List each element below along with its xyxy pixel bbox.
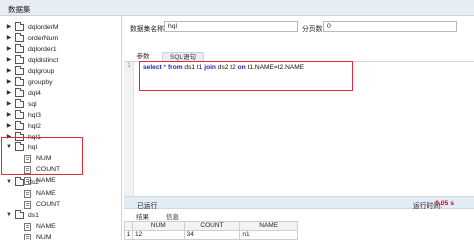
- chevron-right-icon[interactable]: ▶: [6, 101, 12, 108]
- chevron-right-icon[interactable]: ▶: [6, 24, 12, 31]
- run-time-value: 0.05 s: [435, 200, 454, 207]
- folder-icon: [15, 77, 24, 86]
- tab-info[interactable]: 信息: [166, 211, 179, 221]
- folder-icon: [15, 44, 24, 53]
- folder-open-icon: [15, 142, 24, 151]
- tab-result[interactable]: 结果: [136, 211, 149, 221]
- dataset-editor-panel: 数据集名称: hql 分页数: 0 参数 SQL语句 1 select * fr…: [124, 16, 474, 240]
- grid-header-count[interactable]: COUNT: [183, 221, 241, 231]
- row-number: 1: [124, 230, 133, 240]
- highlight-box-sql: [139, 61, 353, 91]
- grid-header-num[interactable]: NUM: [131, 221, 185, 231]
- tree-node-dqlgroup[interactable]: ▶ dqlgroup: [6, 66, 54, 77]
- result-grid: NUM COUNT NAME 1 12 34 n1 2 10 100 n2: [124, 221, 298, 240]
- line-gutter: 1: [124, 62, 134, 196]
- run-status-label: 已运行: [137, 203, 158, 210]
- tree-field-count[interactable]: COUNT: [24, 164, 60, 175]
- chevron-right-icon[interactable]: ▶: [6, 57, 12, 64]
- run-status-bar: 已运行 运行时间: 0.05 s: [124, 196, 474, 210]
- folder-icon: [15, 55, 24, 64]
- cell-count[interactable]: 34: [183, 230, 241, 240]
- chevron-down-icon[interactable]: ▼: [6, 179, 12, 186]
- sql-editor[interactable]: 1 select * from ds1 t1 join ds2 t2 on t1…: [124, 61, 474, 196]
- dataset-name-input[interactable]: hql: [164, 21, 298, 32]
- chevron-right-icon[interactable]: ▶: [6, 46, 12, 53]
- tree-field-name[interactable]: NAME: [24, 188, 56, 199]
- tree-field-name[interactable]: NAME: [24, 221, 56, 232]
- grid-rownum-header: [124, 221, 133, 231]
- field-icon: [24, 222, 31, 231]
- tree-node-groupby[interactable]: ▶ groupby: [6, 77, 53, 88]
- chevron-right-icon[interactable]: ▶: [6, 90, 12, 97]
- field-icon: [24, 233, 31, 240]
- folder-open-icon: [15, 177, 24, 186]
- page-count-label: 分页数:: [302, 26, 325, 33]
- tree-node-dqldistinct[interactable]: ▶ dqldistinct: [6, 55, 58, 66]
- tree-field-count[interactable]: COUNT: [24, 199, 60, 210]
- result-tabs: 结果 信息: [124, 210, 474, 221]
- folder-icon: [15, 22, 24, 31]
- line-number: 1: [127, 63, 131, 69]
- dataset-name-label: 数据集名称:: [130, 26, 166, 33]
- tree-node-ds2[interactable]: ▼ ds2: [6, 177, 39, 188]
- chevron-right-icon[interactable]: ▶: [6, 123, 12, 130]
- tree-node-ds1[interactable]: ▼ ds1: [6, 210, 39, 221]
- tree-node-dql4[interactable]: ▶ dql4: [6, 88, 41, 99]
- folder-icon: [15, 66, 24, 75]
- tree-node-sql[interactable]: ▶ sql: [6, 99, 37, 110]
- folder-open-icon: [15, 210, 24, 219]
- cell-name[interactable]: n1: [239, 230, 298, 240]
- chevron-right-icon[interactable]: ▶: [6, 35, 12, 42]
- chevron-right-icon[interactable]: ▶: [6, 68, 12, 75]
- field-icon: [24, 154, 31, 163]
- tree-field-num[interactable]: NUM: [24, 232, 51, 240]
- chevron-down-icon[interactable]: ▼: [6, 212, 12, 219]
- dataset-tree[interactable]: ▶ dqlorderM ▶ orderNum ▶ dqlorder1 ▶ dqldist…: [0, 16, 122, 240]
- tree-node-orderNum[interactable]: ▶ orderNum: [6, 33, 58, 44]
- cell-num[interactable]: 12: [131, 230, 185, 240]
- page-count-input[interactable]: 0: [323, 21, 457, 32]
- field-icon: [24, 165, 31, 174]
- field-icon: [24, 189, 31, 198]
- window-title: 数据集: [8, 5, 31, 14]
- folder-icon: [15, 33, 24, 42]
- folder-icon: [15, 121, 24, 130]
- tree-node-hql[interactable]: ▼ hql: [6, 142, 37, 153]
- chevron-right-icon[interactable]: ▶: [6, 112, 12, 119]
- window-title-bar: 数据集: [0, 0, 474, 16]
- field-icon: [24, 200, 31, 209]
- tree-node-dqlorder1[interactable]: ▶ dqlorder1: [6, 44, 57, 55]
- tree-field-num[interactable]: NUM: [24, 153, 51, 164]
- chevron-right-icon[interactable]: ▶: [6, 79, 12, 86]
- chevron-down-icon[interactable]: ▼: [6, 144, 12, 151]
- grid-header-name[interactable]: NAME: [239, 221, 298, 231]
- tree-node-hql3[interactable]: ▶ hql3: [6, 110, 41, 121]
- tree-node-dqlorderM[interactable]: ▶ dqlorderM: [6, 22, 59, 33]
- folder-icon: [15, 99, 24, 108]
- folder-icon: [15, 110, 24, 119]
- folder-icon: [15, 88, 24, 97]
- tree-node-hql2[interactable]: ▶ hql2: [6, 121, 41, 132]
- table-row[interactable]: 1 12 34 n1: [124, 230, 298, 240]
